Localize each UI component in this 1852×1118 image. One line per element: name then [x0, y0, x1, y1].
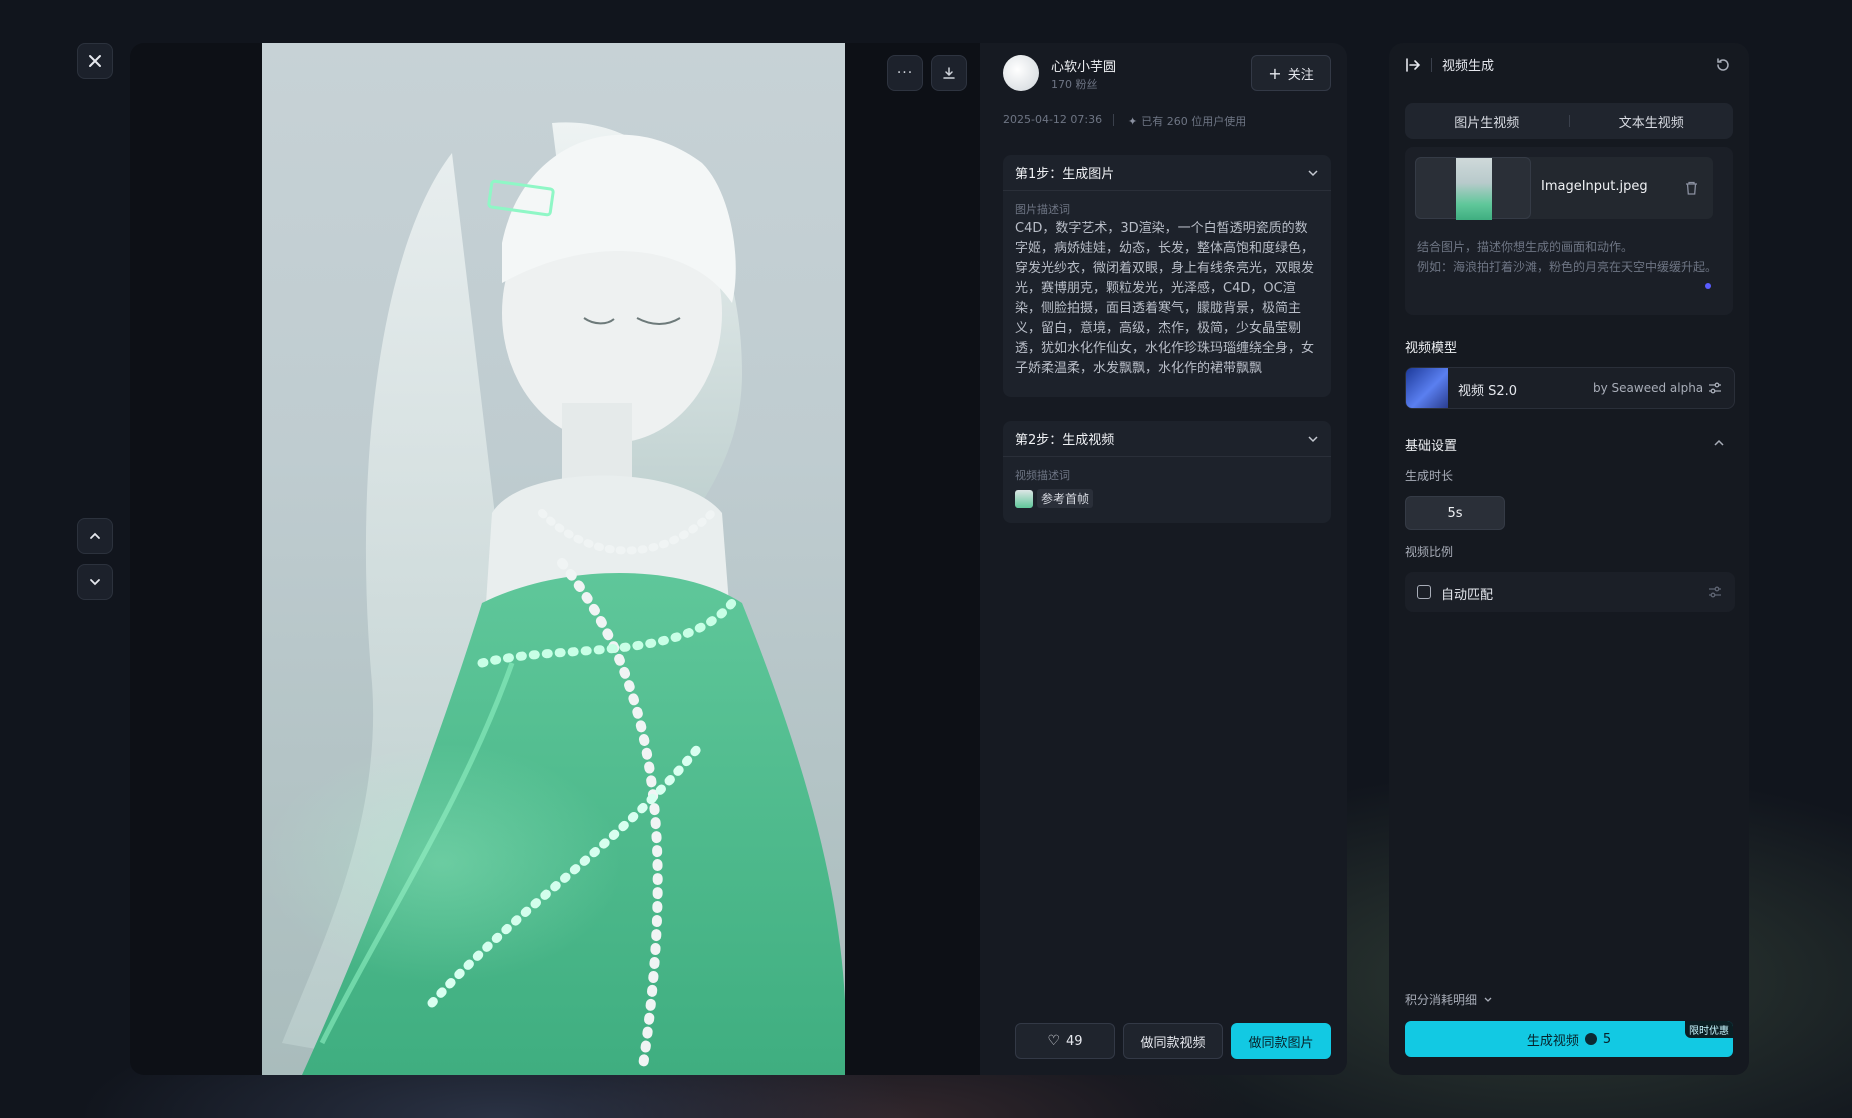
- settings-sliders-icon[interactable]: [1708, 381, 1722, 395]
- model-section-title: 视频模型: [1405, 341, 1458, 356]
- settings-sliders-icon: [1709, 586, 1721, 598]
- prev-button[interactable]: [77, 518, 113, 554]
- model-name: 视频 S2.0: [1458, 384, 1518, 399]
- close-icon: [89, 55, 101, 67]
- author-name[interactable]: 心软小芋圆: [1051, 56, 1116, 75]
- same-image-button[interactable]: 做同款图片: [1231, 1023, 1331, 1059]
- thumbnail-icon: [1015, 489, 1033, 508]
- follow-button[interactable]: + 关注: [1251, 55, 1331, 91]
- reference-frame-label: 参考首帧: [1037, 489, 1094, 508]
- credit-icon: [1584, 1033, 1597, 1045]
- image-thumbnail: [1456, 158, 1492, 220]
- detail-panel: 心软小芋圆 170 粉丝 + 关注 2025-04-12 07:36 ✦ 已有 …: [980, 43, 1347, 1075]
- ratio-value: 自动匹配: [1441, 588, 1494, 603]
- prompt-hint-1: 结合图片，描述你想生成的画面和动作。: [1417, 240, 1634, 254]
- prompt-hint-2: 例如：海浪拍打着沙滩，粉色的月亮在天空中缓缓升起。: [1417, 260, 1718, 274]
- collapse-panel-icon[interactable]: [1405, 57, 1421, 73]
- step1-prompt: C4D，数字艺术，3D渲染，一个白皙透明瓷质的数字姬，病娇娃娃，幼态，长发，整体…: [1015, 221, 1315, 376]
- chevron-down-icon: [1308, 435, 1318, 442]
- plus-icon: +: [1268, 63, 1282, 83]
- generate-video-button[interactable]: 生成视频 5 限时优惠: [1405, 1021, 1733, 1057]
- generator-title: 视频生成: [1442, 59, 1495, 74]
- follow-label: 关注: [1287, 67, 1314, 83]
- next-button[interactable]: [77, 564, 113, 600]
- avatar[interactable]: [1003, 55, 1039, 91]
- heart-icon: ♡: [1047, 1033, 1060, 1049]
- step1-title: 第1步：生成图片: [1015, 167, 1115, 182]
- close-button[interactable]: [77, 43, 113, 79]
- chevron-down-icon: [1484, 997, 1492, 1002]
- ratio-select[interactable]: 自动匹配: [1405, 572, 1735, 612]
- duration-select[interactable]: 5s: [1405, 496, 1505, 530]
- more-icon: ···: [896, 65, 914, 81]
- chevron-up-icon[interactable]: [1713, 437, 1725, 449]
- file-name: ImageInput.jpeg: [1541, 179, 1648, 194]
- usage-text: 已有 260 位用户使用: [1141, 115, 1247, 128]
- model-select[interactable]: 视频 S2.0 by Seaweed alpha: [1405, 367, 1735, 409]
- sparkle-icon: ✦: [1128, 114, 1138, 128]
- tab-text-to-video[interactable]: 文本生视频: [1570, 112, 1734, 131]
- step2-label: 视频描述词: [1015, 469, 1070, 482]
- generator-header: 视频生成: [1405, 55, 1494, 74]
- image-thumbnail-frame: [1415, 157, 1531, 220]
- status-dot: [1705, 283, 1711, 289]
- download-icon: [943, 67, 955, 79]
- artwork-illustration: [262, 122, 845, 1075]
- step1-card: 第1步：生成图片 图片描述词 C4D，数字艺术，3D渲染，一个白皙透明瓷质的数字…: [1003, 155, 1331, 397]
- chevron-down-icon: [1308, 169, 1318, 176]
- generate-cost: 5: [1602, 1031, 1612, 1047]
- step2-card: 第2步：生成视频 视频描述词 参考首帧: [1003, 421, 1331, 523]
- step2-title: 第2步：生成视频: [1015, 433, 1115, 448]
- download-button[interactable]: [931, 55, 967, 91]
- divider: [1431, 57, 1432, 72]
- artwork-image: [262, 43, 845, 1075]
- model-thumbnail: [1406, 368, 1448, 408]
- chevron-down-icon: [90, 579, 100, 586]
- image-input-row[interactable]: ImageInput.jpeg: [1415, 157, 1713, 220]
- basic-section-title[interactable]: 基础设置: [1405, 435, 1457, 454]
- step2-header[interactable]: 第2步：生成视频: [1003, 421, 1331, 457]
- model-provider: by Seaweed alpha: [1593, 381, 1704, 395]
- cost-label: 积分消耗明细: [1405, 993, 1478, 1007]
- generate-label: 生成视频: [1526, 1033, 1579, 1049]
- author-fans: 170 粉丝: [1051, 78, 1098, 91]
- step1-label: 图片描述词: [1015, 203, 1070, 216]
- duration-label: 生成时长: [1405, 469, 1454, 483]
- chevron-up-icon: [90, 532, 100, 539]
- more-button[interactable]: ···: [887, 55, 923, 91]
- refresh-icon[interactable]: [1715, 57, 1731, 73]
- reference-frame[interactable]: 参考首帧: [1015, 489, 1319, 508]
- publish-date: 2025-04-12 07:36: [1003, 113, 1103, 126]
- like-button[interactable]: ♡ 49: [1015, 1023, 1115, 1059]
- aspect-ratio-icon: [1417, 585, 1431, 599]
- divider: [1113, 114, 1114, 126]
- usage-info: ✦ 已有 260 位用户使用: [1128, 113, 1246, 129]
- generator-panel: 视频生成 图片生视频 文本生视频 ImageInput.jpeg 结合图片，描述…: [1389, 43, 1749, 1075]
- trash-icon[interactable]: [1685, 181, 1698, 195]
- prompt-box: ImageInput.jpeg 结合图片，描述你想生成的画面和动作。 例如：海浪…: [1405, 147, 1733, 315]
- prompt-placeholder[interactable]: 结合图片，描述你想生成的画面和动作。 例如：海浪拍打着沙滩，粉色的月亮在天空中缓…: [1417, 237, 1721, 277]
- mode-tabs: 图片生视频 文本生视频: [1405, 103, 1733, 139]
- cost-detail-toggle[interactable]: 积分消耗明细: [1405, 991, 1493, 1008]
- promo-badge: 限时优惠: [1685, 1021, 1733, 1038]
- same-video-button[interactable]: 做同款视频: [1123, 1023, 1223, 1059]
- ratio-label: 视频比例: [1405, 545, 1454, 559]
- tab-image-to-video[interactable]: 图片生视频: [1405, 112, 1569, 131]
- like-count: 49: [1066, 1033, 1083, 1049]
- step1-header[interactable]: 第1步：生成图片: [1003, 155, 1331, 191]
